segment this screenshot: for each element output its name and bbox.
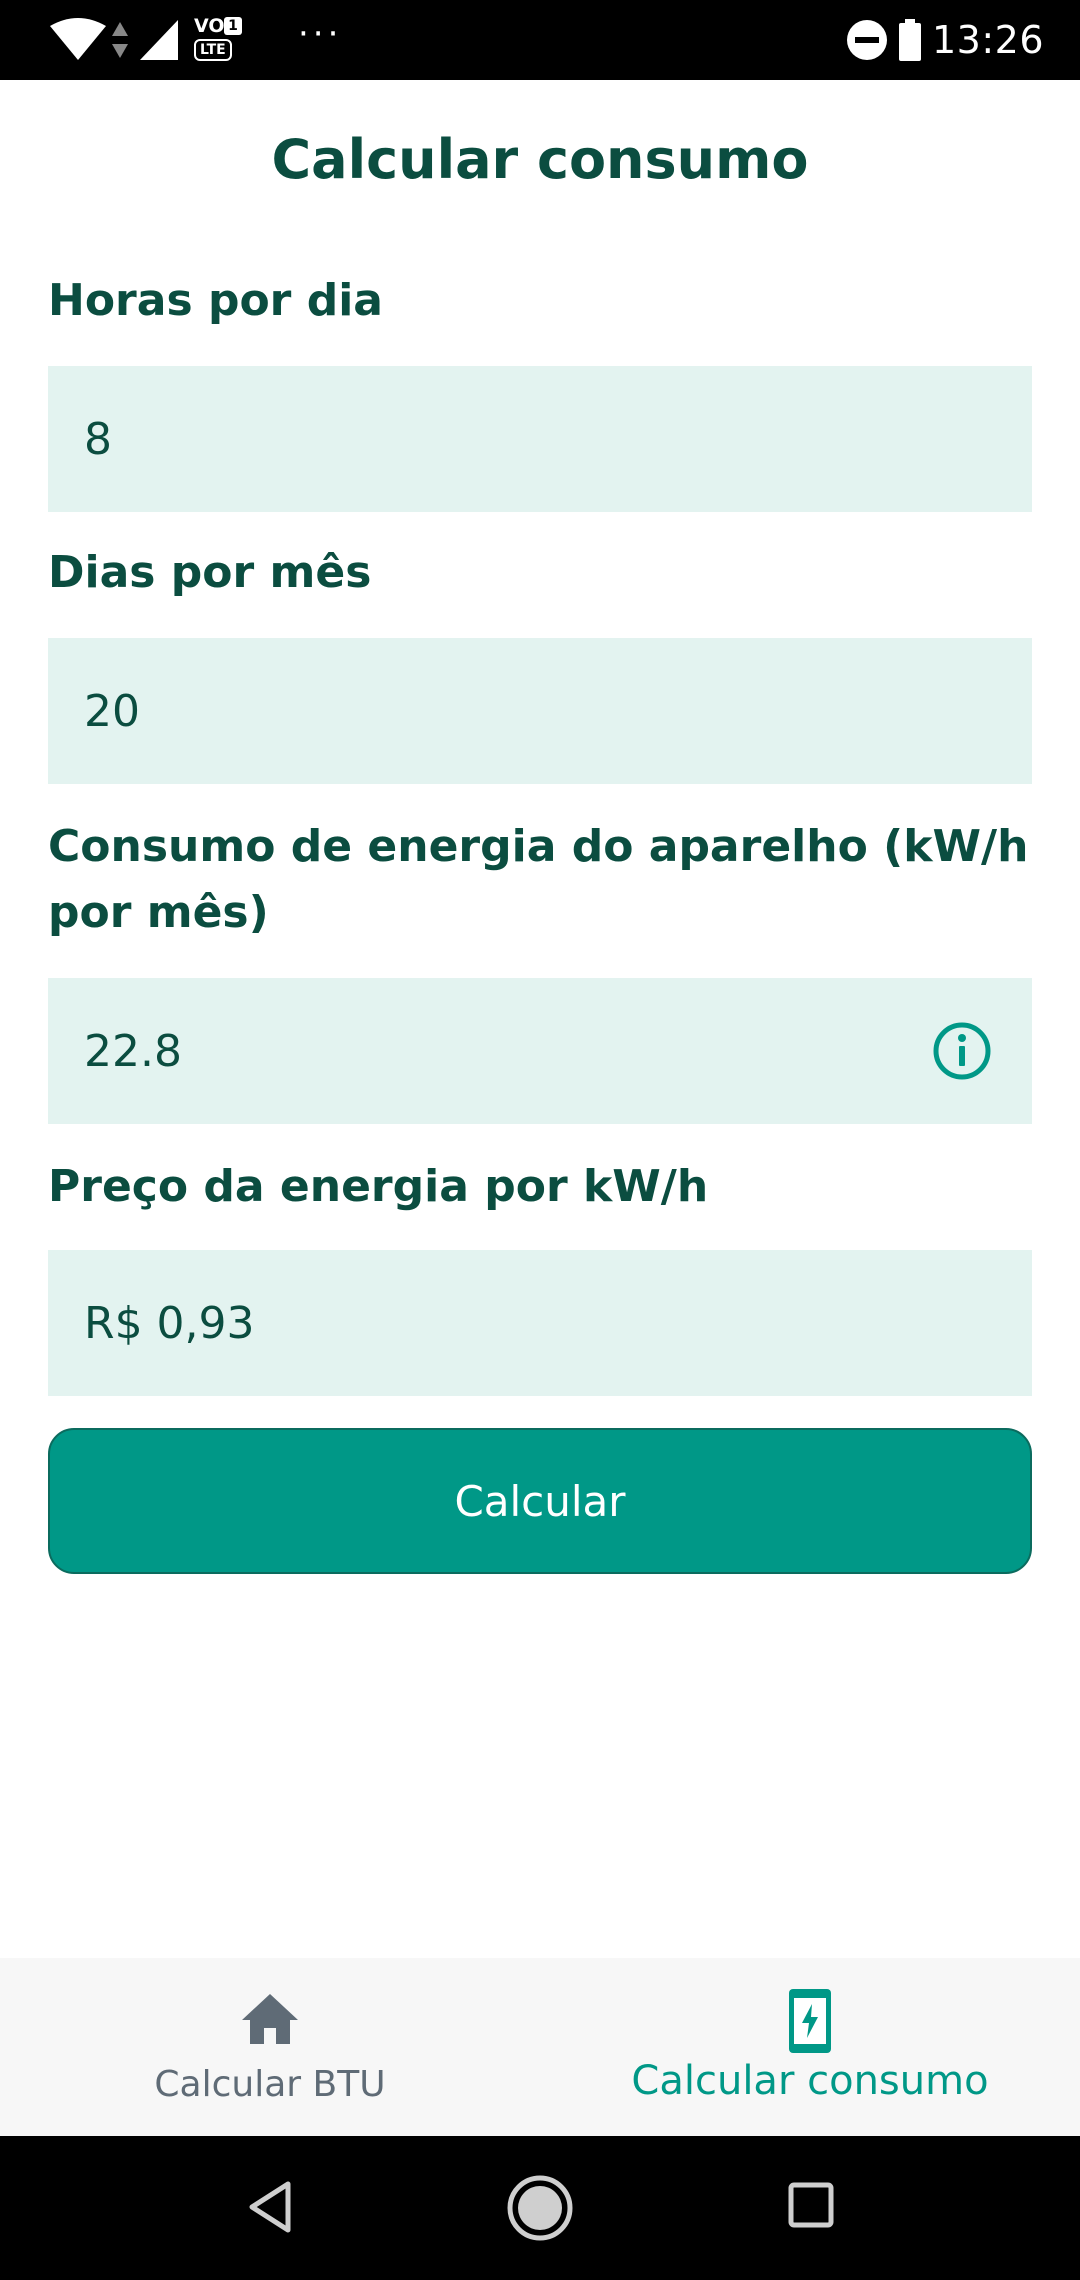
bottom-nav: Calcular BTU Calcular consumo <box>0 1958 1080 2136</box>
lte-label: LTE <box>194 39 232 61</box>
home-icon <box>242 1994 298 2044</box>
wifi-icon <box>50 18 106 60</box>
volte-label: VO <box>194 15 225 37</box>
hours-field[interactable] <box>48 366 1032 512</box>
price-input[interactable] <box>48 1250 1032 1396</box>
recents-icon[interactable] <box>788 2182 834 2228</box>
phone-charging-icon <box>789 1989 831 2053</box>
tab-label-calcular-consumo: Calcular consumo <box>631 2058 989 2104</box>
home-circle-icon[interactable] <box>506 2174 574 2242</box>
volte-icon: VO 1 LTE <box>194 15 246 63</box>
system-nav-bar <box>0 2136 1080 2280</box>
tab-label-calcular-btu: Calcular BTU <box>154 2064 386 2105</box>
battery-icon <box>898 19 921 61</box>
status-left: VO 1 LTE ··· <box>48 14 342 66</box>
tab-calcular-consumo[interactable]: Calcular consumo <box>540 1958 1080 2136</box>
info-circle-icon[interactable] <box>932 1021 992 1081</box>
days-input[interactable] <box>48 638 1032 784</box>
status-right: 13:26 <box>846 14 1044 66</box>
hours-label: Horas por dia <box>48 275 383 326</box>
price-field[interactable] <box>48 1250 1032 1396</box>
data-arrows-icon <box>112 22 128 58</box>
days-label: Dias por mês <box>48 547 372 598</box>
days-field[interactable] <box>48 638 1032 784</box>
consumption-input[interactable] <box>48 978 1032 1124</box>
consumption-label: Consumo de energia do aparelho (kW/h por… <box>48 821 1029 938</box>
status-bar: VO 1 LTE ··· 13:26 <box>0 0 1080 80</box>
dnd-icon <box>846 20 887 60</box>
signal-icon <box>140 20 178 60</box>
overflow-dots: ··· <box>298 14 343 54</box>
back-icon[interactable] <box>246 2180 294 2234</box>
tab-calcular-btu[interactable]: Calcular BTU <box>0 1958 540 2136</box>
status-time: 13:26 <box>931 18 1044 62</box>
price-label: Preço da energia por kW/h <box>48 1161 709 1212</box>
page-title: Calcular consumo <box>271 128 809 191</box>
calculate-button[interactable]: Calcular <box>48 1428 1032 1574</box>
hours-input[interactable] <box>48 366 1032 512</box>
sim-number: 1 <box>224 17 242 35</box>
consumption-field[interactable] <box>48 978 1032 1124</box>
